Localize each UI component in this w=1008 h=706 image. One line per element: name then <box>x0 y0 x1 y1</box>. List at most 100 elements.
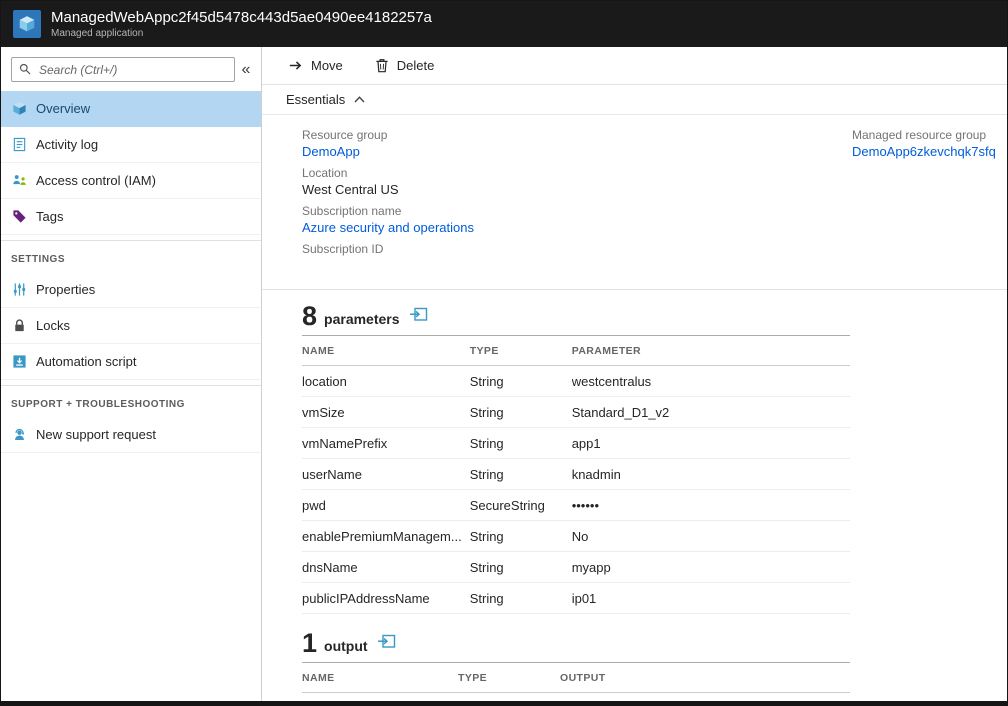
sidebar-item-label: Tags <box>36 209 63 224</box>
output-table: NAME TYPE OUTPUT applicationEndpoint Str… <box>302 662 850 701</box>
search-icon <box>19 63 31 75</box>
parameters-area: 8 parameters <box>262 290 1007 701</box>
managed-application-icon <box>13 10 41 38</box>
output-title: output <box>324 638 368 655</box>
param-value: ip01 <box>572 583 850 614</box>
param-value: myapp <box>572 552 850 583</box>
param-type: SecureString <box>470 490 572 521</box>
param-type: String <box>470 366 572 397</box>
tags-icon <box>11 209 27 224</box>
managed-resource-group-link[interactable]: DemoApp6zkevchqk7sfq <box>852 144 996 159</box>
page-subtitle: Managed application <box>51 28 432 39</box>
sidebar-item-properties[interactable]: Properties <box>1 272 261 308</box>
output-type: String <box>458 693 560 702</box>
deployment-link-button[interactable] <box>407 307 428 328</box>
column-header-parameter: PARAMETER <box>572 336 850 366</box>
essentials-field-resource-group: Resource group DemoApp <box>302 127 852 160</box>
blade-header: ManagedWebAppc2f45d5478c443d5ae0490ee418… <box>1 1 1007 47</box>
table-row: publicIPAddressName String ip01 <box>302 583 850 614</box>
parameters-title: parameters <box>324 311 400 328</box>
essentials-left-column: Resource group DemoApp Location West Cen… <box>302 127 852 279</box>
table-row: enablePremiumManagem... String No <box>302 521 850 552</box>
move-button-label: Move <box>311 58 343 73</box>
param-type: String <box>470 459 572 490</box>
properties-icon <box>11 282 27 297</box>
resource-group-link[interactable]: DemoApp <box>302 144 360 159</box>
sidebar-item-access-control[interactable]: Access control (IAM) <box>1 163 261 199</box>
overview-icon <box>11 101 27 116</box>
sidebar-item-tags[interactable]: Tags <box>1 199 261 235</box>
support-section-label: SUPPORT + TROUBLESHOOTING <box>1 386 261 417</box>
parameters-table: NAME TYPE PARAMETER location String west… <box>302 335 850 614</box>
param-name: vmNamePrefix <box>302 428 470 459</box>
support-icon <box>11 427 27 442</box>
essentials-header[interactable]: Essentials <box>262 85 1007 115</box>
sidebar-item-label: Locks <box>36 318 70 333</box>
subscription-name-link[interactable]: Azure security and operations <box>302 220 474 235</box>
essentials-field-managed-resource-group: Managed resource group DemoApp6zkevchqk7… <box>852 127 996 160</box>
table-row: pwd SecureString •••••• <box>302 490 850 521</box>
sidebar-item-label: Properties <box>36 282 95 297</box>
table-row: applicationEndpoint String myapp.westcen… <box>302 693 850 702</box>
param-type: String <box>470 583 572 614</box>
param-value: Standard_D1_v2 <box>572 397 850 428</box>
column-header-name: NAME <box>302 663 458 693</box>
deployment-icon <box>377 637 396 652</box>
automation-script-icon <box>11 354 27 369</box>
sidebar: « Overview <box>1 47 262 701</box>
column-header-type: TYPE <box>470 336 572 366</box>
sidebar-item-label: New support request <box>36 427 156 442</box>
sidebar-collapse-button[interactable]: « <box>235 57 257 82</box>
sidebar-item-activity-log[interactable]: Activity log <box>1 127 261 163</box>
param-name: vmSize <box>302 397 470 428</box>
table-row: userName String knadmin <box>302 459 850 490</box>
column-header-output: OUTPUT <box>560 663 850 693</box>
output-name: applicationEndpoint <box>302 693 458 702</box>
param-value: •••••• <box>572 490 850 521</box>
sidebar-search-row: « <box>1 47 261 91</box>
param-type: String <box>470 521 572 552</box>
param-name: pwd <box>302 490 470 521</box>
deployment-link-button[interactable] <box>375 634 396 655</box>
param-value: westcentralus <box>572 366 850 397</box>
app-window: ManagedWebAppc2f45d5478c443d5ae0490ee418… <box>0 0 1008 706</box>
sidebar-item-automation-script[interactable]: Automation script <box>1 344 261 380</box>
toolbar: Move Delete <box>262 47 1007 85</box>
sidebar-item-label: Activity log <box>36 137 98 152</box>
field-label: Subscription ID <box>302 241 852 257</box>
output-value: myapp.westcentralus.cloudapp.azure.com <box>560 693 850 702</box>
table-header-row: NAME TYPE PARAMETER <box>302 336 850 366</box>
support-section: SUPPORT + TROUBLESHOOTING New support re… <box>1 385 261 453</box>
table-header-row: NAME TYPE OUTPUT <box>302 663 850 693</box>
essentials-field-subscription-name: Subscription name Azure security and ope… <box>302 203 852 236</box>
column-header-type: TYPE <box>458 663 560 693</box>
deployment-icon <box>409 310 428 325</box>
sidebar-item-label: Access control (IAM) <box>36 173 156 188</box>
search-input[interactable] <box>11 57 235 82</box>
move-icon <box>288 58 303 73</box>
move-button[interactable]: Move <box>288 58 343 73</box>
param-name: userName <box>302 459 470 490</box>
param-name: publicIPAddressName <box>302 583 470 614</box>
settings-section-label: SETTINGS <box>1 241 261 272</box>
column-header-name: NAME <box>302 336 470 366</box>
activity-log-icon <box>11 137 27 152</box>
output-heading: 1 output <box>302 631 1007 655</box>
field-label: Subscription name <box>302 203 852 219</box>
sidebar-item-label: Automation script <box>36 354 136 369</box>
settings-section: SETTINGS <box>1 240 261 380</box>
param-type: String <box>470 428 572 459</box>
sidebar-item-overview[interactable]: Overview <box>1 91 261 127</box>
location-value: West Central US <box>302 181 852 198</box>
parameters-heading: 8 parameters <box>302 304 1007 328</box>
sidebar-item-locks[interactable]: Locks <box>1 308 261 344</box>
delete-button-label: Delete <box>397 58 435 73</box>
sidebar-item-new-support-request[interactable]: New support request <box>1 417 261 453</box>
delete-button[interactable]: Delete <box>375 58 435 73</box>
param-name: location <box>302 366 470 397</box>
essentials-field-subscription-id: Subscription ID <box>302 241 852 274</box>
output-count: 1 <box>302 631 317 655</box>
subscription-id-value <box>302 257 852 274</box>
essentials-right-column: Managed resource group DemoApp6zkevchqk7… <box>852 127 996 279</box>
page-title: ManagedWebAppc2f45d5478c443d5ae0490ee418… <box>51 9 432 26</box>
